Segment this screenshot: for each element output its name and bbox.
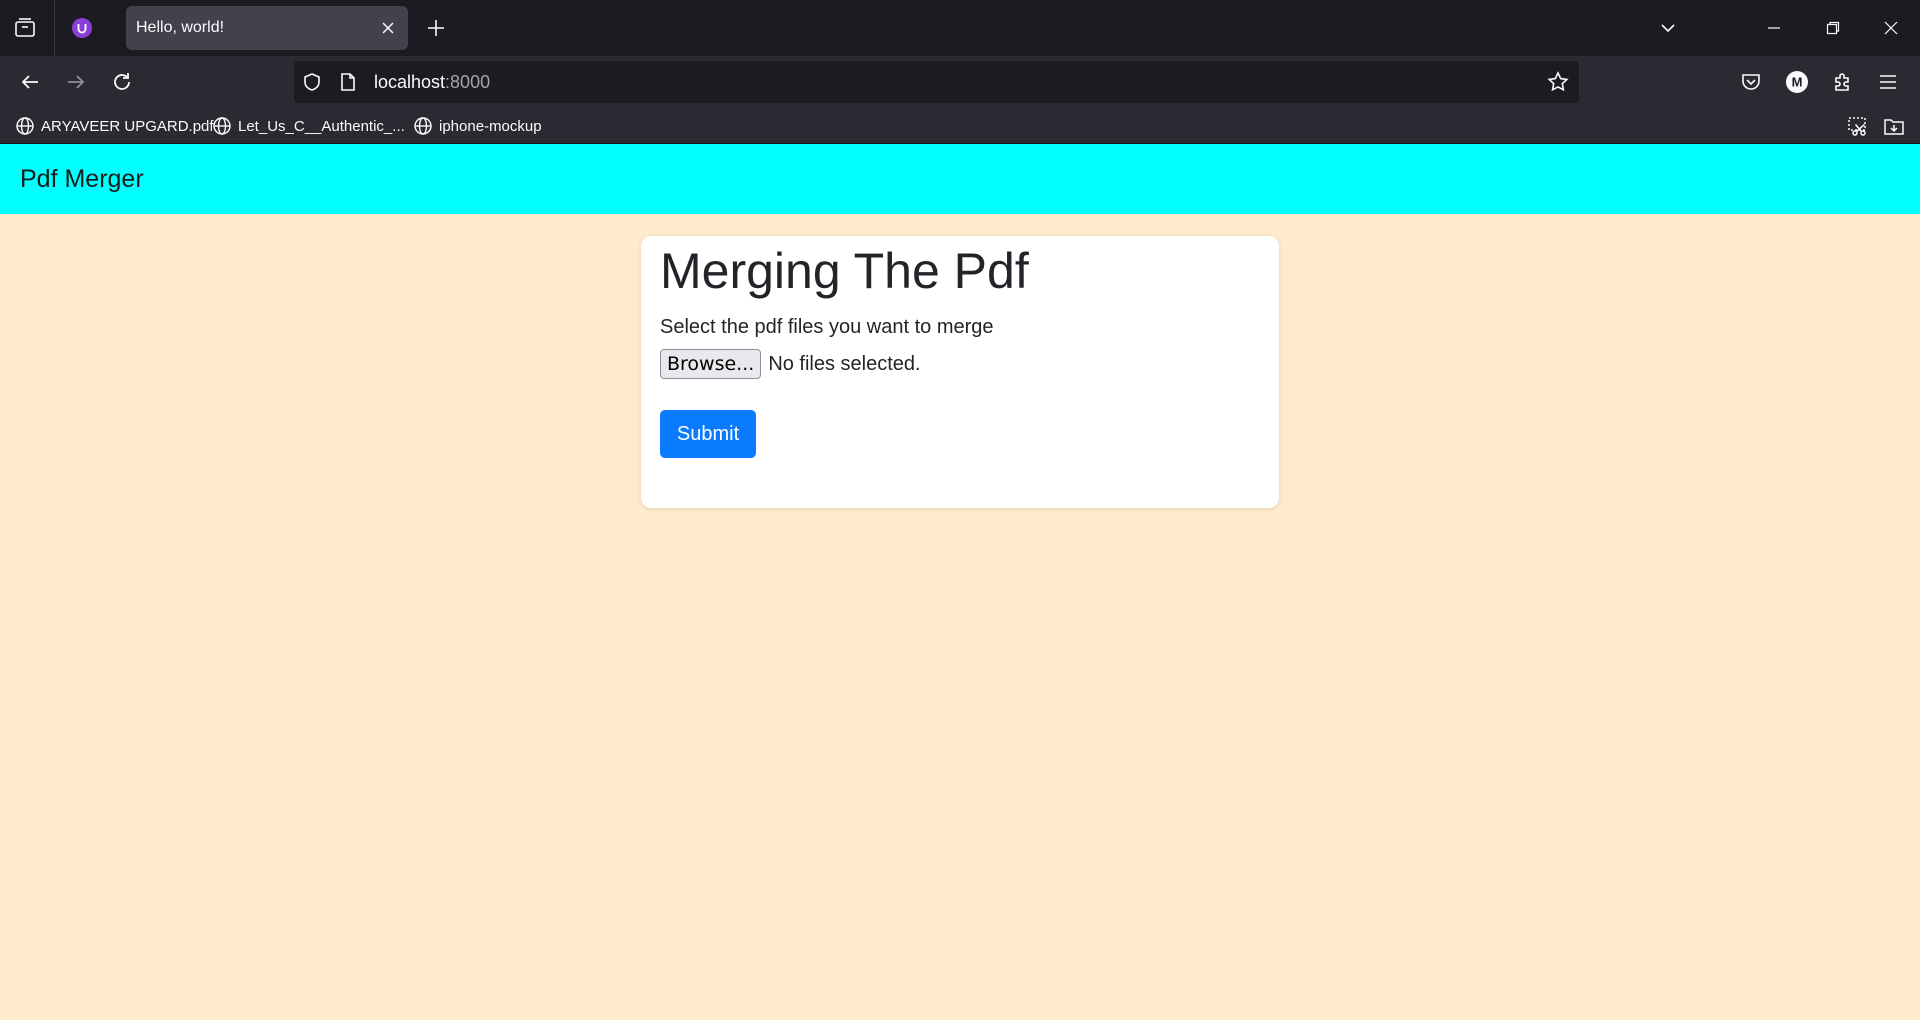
site-navbar: Pdf Merger <box>0 144 1920 214</box>
extension-shield-icon[interactable] <box>68 12 96 44</box>
browser-tab-bar: Hello, world! <box>0 0 1920 56</box>
pocket-icon[interactable] <box>1735 66 1767 98</box>
chevron-down-icon[interactable] <box>1654 12 1682 44</box>
tab-divider <box>54 0 55 56</box>
submit-button[interactable]: Submit <box>660 410 756 458</box>
url-text[interactable]: localhost:8000 <box>374 61 490 103</box>
file-input[interactable]: Browse... No files selected. <box>660 349 921 379</box>
bookmark-label: Let_Us_C__Authentic_... <box>238 117 405 135</box>
tab-active[interactable]: Hello, world! <box>126 6 408 50</box>
site-brand[interactable]: Pdf Merger <box>20 144 144 214</box>
tracking-shield-icon[interactable] <box>296 66 328 98</box>
browse-button[interactable]: Browse... <box>660 349 762 379</box>
bookmark-label: iphone-mockup <box>439 117 542 135</box>
reload-icon[interactable] <box>106 66 138 98</box>
bookmark-label: ARYAVEER UPGARD.pdf <box>41 117 214 135</box>
account-initial: M <box>1792 75 1803 90</box>
bookmark-item[interactable]: iphone-mockup <box>413 108 542 144</box>
url-port: :8000 <box>445 72 491 92</box>
bookmark-item[interactable]: Let_Us_C__Authentic_... <box>212 108 405 144</box>
page-info-icon[interactable] <box>332 66 364 98</box>
hamburger-menu-icon[interactable] <box>1872 66 1904 98</box>
close-tab-icon[interactable] <box>378 18 398 38</box>
account-avatar[interactable]: M <box>1781 66 1813 98</box>
close-window-icon[interactable] <box>1877 12 1905 44</box>
bookmark-star-icon[interactable] <box>1542 66 1574 98</box>
globe-icon <box>414 117 432 135</box>
new-tab-icon[interactable] <box>422 12 450 44</box>
minimize-icon[interactable] <box>1760 12 1788 44</box>
tab-title: Hello, world! <box>136 19 225 36</box>
forward-arrow-icon[interactable] <box>60 66 92 98</box>
bookmarks-bar: ARYAVEER UPGARD.pdf Let_Us_C__Authentic_… <box>0 108 1920 144</box>
merge-form-card: Merging The Pdf Select the pdf files you… <box>641 236 1279 508</box>
file-status-text: No files selected. <box>768 352 921 375</box>
other-bookmarks-folder-icon[interactable] <box>1882 114 1906 138</box>
back-arrow-icon[interactable] <box>14 66 46 98</box>
extensions-puzzle-icon[interactable] <box>1827 66 1859 98</box>
globe-icon <box>16 117 34 135</box>
address-bar[interactable]: localhost:8000 <box>294 61 1579 103</box>
tab-overview-icon[interactable] <box>11 12 39 44</box>
url-host: localhost <box>374 72 446 92</box>
browser-toolbar: localhost:8000 M <box>0 56 1920 108</box>
page-title: Merging The Pdf <box>660 243 1029 299</box>
globe-icon <box>213 117 231 135</box>
bookmark-item[interactable]: ARYAVEER UPGARD.pdf <box>15 108 214 144</box>
screenshot-scissors-icon[interactable] <box>1846 114 1870 138</box>
form-description: Select the pdf files you want to merge <box>660 316 994 338</box>
restore-icon[interactable] <box>1819 12 1847 44</box>
